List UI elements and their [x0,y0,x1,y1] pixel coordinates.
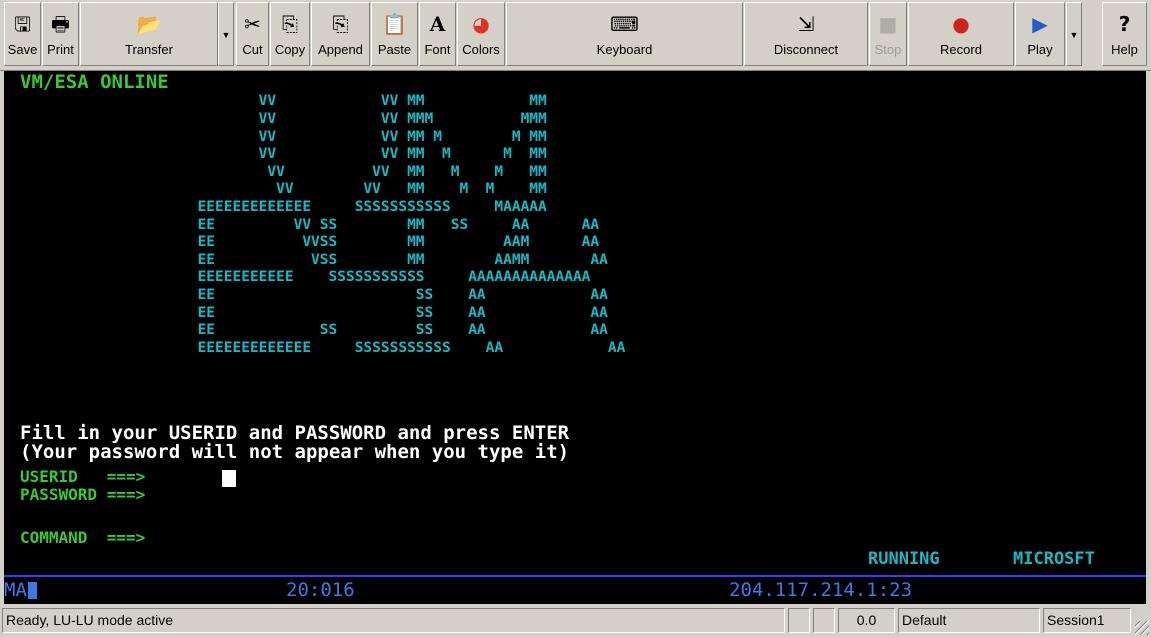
logo-line: EEEEEEEEEEE SSSSSSSSSSS AAAAAAAAAAAAAA [119,269,591,285]
print-label: Print [47,42,74,57]
oia-mode: MA [4,579,27,601]
logo-line: VV VV MM M M MM [119,164,547,180]
record-icon: ● [952,12,970,36]
status-blank-2 [813,608,835,633]
oia-cursor [28,582,37,599]
scissors-icon: ✂ [244,12,261,36]
floppy-icon: 🖫 [13,12,32,36]
stop-icon: ■ [878,12,898,36]
transfer-label: Transfer [125,42,173,57]
help-label: Help [1111,42,1138,57]
logo-line: EE VSS MM AAMM AA [119,252,608,268]
cursor-position: 20:016 [286,579,355,601]
toolbar: 🖫 Save 🖶 Print 📂 Transfer ▼ ✂ Cut ⎘ Copy… [0,0,1151,71]
keyboard-button[interactable]: ⌨ Keyboard [506,2,743,66]
printer-icon: 🖶 [51,12,70,36]
copy-label: Copy [274,42,306,57]
status-value: 0.0 [838,608,895,633]
logo-line: EEEEEEEEEEEEE SSSSSSSSSSS MAAAAA [119,199,547,215]
logo-line: EE SS AA AA [119,305,608,321]
logo-line: VV VV MM MM [119,93,547,109]
play-label: Play [1027,42,1053,57]
status-message: Ready, LU-LU mode active [2,608,785,633]
status-bar: Ready, LU-LU mode active 0.0 Default Ses… [0,604,1151,637]
logo-line: EE SS AA AA [119,287,608,303]
colors-label: Colors [462,42,500,57]
font-button[interactable]: A Font [419,2,456,66]
play-button[interactable]: ▶ Play [1015,2,1065,66]
save-label: Save [7,42,38,57]
status-blank-1 [788,608,810,633]
keyboard-icon: ⌨ [610,12,639,36]
cut-button[interactable]: ✂ Cut [236,2,269,66]
append-button[interactable]: ⎘ Append [311,2,370,66]
transfer-dropdown-arrow[interactable]: ▼ [218,2,234,66]
userid-input[interactable] [222,470,236,487]
help-icon: ? [1118,12,1131,36]
font-label: Font [424,42,451,57]
append-label: Append [318,42,363,57]
logo-line: EE VVSS MM AAM AA [119,234,600,250]
folder-open-icon: 📂 [136,12,162,36]
command-label: COMMAND ===> [20,528,146,547]
logo-line: EEEEEEEEEEEEE SSSSSSSSSSS AA AA [119,340,626,356]
color-wheel-icon: ◕ [472,12,490,36]
stop-button[interactable]: ■ Stop [869,2,907,66]
logo-line: VV VV MMM MMM [119,111,547,127]
cut-label: Cut [242,42,263,57]
session-name: Session1 [1043,608,1131,633]
command-input[interactable] [222,530,822,547]
help-button[interactable]: ? Help [1102,2,1147,66]
clipboard-icon: 📋 [382,12,407,36]
play-icon: ▶ [1032,12,1048,36]
password-label: PASSWORD ===> [20,485,146,504]
userid-label: USERID ===> [20,467,146,486]
paste-button[interactable]: 📋 Paste [371,2,418,66]
save-button[interactable]: 🖫 Save [4,2,41,66]
host-address: 204.117.214.1:23 [729,579,913,601]
logo-line: EE VV SS MM SS AA AA [119,217,600,233]
session-profile: Default [898,608,1040,633]
resize-grip[interactable] [1135,621,1149,635]
terminal-screen[interactable]: VM/ESA ONLINE VV VV MM MM VV VV MMM MMM … [4,71,1146,577]
print-button[interactable]: 🖶 Print [42,2,79,66]
copy-icon: ⎘ [282,12,298,36]
disconnect-button[interactable]: ⇲ Disconnect [744,2,868,66]
play-dropdown-arrow[interactable]: ▼ [1066,2,1082,66]
font-icon: A [429,12,446,36]
password-note: (Your password will not appear when you … [20,441,570,463]
status-running: RUNNING [868,549,940,569]
logo-line: VV VV MM M M MM [119,146,547,162]
system-header: VM/ESA ONLINE [20,71,169,93]
record-button[interactable]: ● Record [908,2,1014,66]
colors-button[interactable]: ◕ Colors [457,2,505,66]
append-icon: ⎘ [332,12,349,36]
record-label: Record [940,42,982,57]
transfer-button[interactable]: 📂 Transfer [80,2,218,66]
login-instruction: Fill in your USERID and PASSWORD and pre… [20,422,570,444]
logo-line: VV VV MM M M MM [119,129,547,145]
password-input[interactable] [222,488,622,505]
copy-button[interactable]: ⎘ Copy [270,2,310,66]
disconnect-label: Disconnect [773,42,839,57]
keyboard-label: Keyboard [596,42,653,57]
status-system: MICROSFT [1013,549,1095,569]
stop-label: Stop [874,42,902,57]
disconnect-icon: ⇲ [797,12,815,36]
logo-line: EE SS SS AA AA [119,322,608,338]
operator-info-area: MA 20:016 204.117.214.1:23 [4,577,1146,604]
paste-label: Paste [377,42,412,57]
logo-line: VV VV MM M M MM [119,181,547,197]
